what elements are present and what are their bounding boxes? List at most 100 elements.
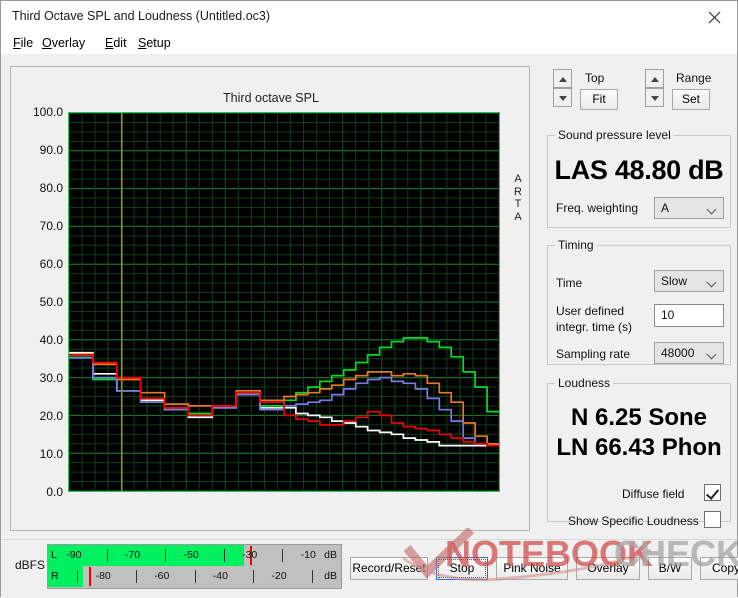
loudness-sone-value: N 6.25 Sone <box>570 404 708 431</box>
timing-legend: Timing <box>558 238 594 252</box>
triangle-up-icon <box>651 77 659 82</box>
top-scale-control: Top Fit <box>553 69 633 110</box>
set-button[interactable]: Set <box>672 89 710 110</box>
time-value: Slow <box>661 274 688 288</box>
meter-tick-label: -30 <box>242 549 258 561</box>
y-tick-label: 10.0 <box>39 447 63 461</box>
integration-time-label-line1: User defined <box>556 304 625 318</box>
menu-setup[interactable]: Setup <box>135 35 174 51</box>
y-tick-label: 100.0 <box>32 105 63 119</box>
meter-tick <box>106 549 108 562</box>
dbfs-label: dBFS <box>15 558 46 572</box>
meter-tick-label: -20 <box>271 570 287 582</box>
triangle-up-icon <box>559 77 567 82</box>
overlay-button[interactable]: Overlay <box>576 557 640 580</box>
bottom-bar: dBFS L -90 -70 -50 -30 -10 dB R -80 -60 -40 -20… <box>1 539 738 598</box>
meter-tick-label: -70 <box>124 549 141 561</box>
y-tick-label: 20.0 <box>39 409 63 423</box>
graph-panel: Third octave SPL dB ARTA 0.0 10.0 20.0 30.0… <box>10 66 530 592</box>
y-tick-label: 80.0 <box>39 181 63 195</box>
meter-tick <box>282 549 284 562</box>
spl-value: LAS 48.80 dB <box>554 155 724 185</box>
record-reset-button[interactable]: Record/Reset <box>350 557 428 580</box>
stop-button[interactable]: Stop <box>436 557 488 580</box>
meter-tick <box>311 570 313 583</box>
chevron-down-icon <box>708 279 716 287</box>
show-specific-loudness-checkbox[interactable] <box>704 511 721 528</box>
loudness-group: Loudness N 6.25 Sone LN 66.43 Phon Diffu… <box>547 376 731 528</box>
top-spinner-down[interactable] <box>553 88 572 107</box>
meter-tick <box>165 549 167 562</box>
y-tick-label: 60.0 <box>39 257 63 271</box>
arta-third-octave-window: Third Octave SPL and Loudness (Untitled.… <box>0 0 738 598</box>
menu-file[interactable]: File <box>10 35 36 51</box>
meter-channel-left: L <box>51 549 57 561</box>
show-specific-loudness-label: Show Specific Loudness <box>568 514 699 528</box>
meter-tick-label: -10 <box>300 549 316 561</box>
meter-peak-right <box>89 567 92 586</box>
pink-noise-button[interactable]: Pink Noise <box>496 557 568 580</box>
integration-time-value: 10 <box>661 308 675 322</box>
meter-row-left: L -90 -70 -50 -30 -10 dB <box>48 545 341 566</box>
menu-overlay[interactable]: Overlay <box>39 35 88 51</box>
chevron-down-icon <box>708 351 716 359</box>
meter-tick <box>253 570 255 583</box>
title-bar: Third Octave SPL and Loudness (Untitled.… <box>1 1 737 32</box>
spl-plot-svg <box>69 113 499 491</box>
meter-tick-label: -90 <box>66 549 82 561</box>
diffuse-field-checkbox[interactable] <box>704 484 721 501</box>
close-button[interactable] <box>692 1 737 31</box>
meter-unit-right: dB <box>324 570 337 582</box>
chart-title: Third octave SPL <box>223 91 319 105</box>
sampling-rate-label: Sampling rate <box>556 347 631 361</box>
triangle-down-icon <box>559 96 567 101</box>
y-tick-label: 30.0 <box>39 371 63 385</box>
time-label: Time <box>556 276 583 290</box>
spl-plot-area[interactable] <box>68 112 500 492</box>
menu-bar: File Overlay Edit Setup <box>1 32 737 54</box>
menu-edit[interactable]: Edit <box>102 35 130 51</box>
range-spinner-down[interactable] <box>645 88 664 107</box>
sampling-rate-value: 48000 <box>661 346 695 360</box>
sound-pressure-level-group: Sound pressure level LAS 48.80 dB Freq. … <box>547 128 731 228</box>
client-area: Third octave SPL dB ARTA 0.0 10.0 20.0 30.0… <box>1 54 738 598</box>
range-spinner-up[interactable] <box>645 69 664 88</box>
timing-group: Timing Time Slow User defined integr. ti… <box>547 238 731 365</box>
spl-legend: Sound pressure level <box>558 128 671 142</box>
y-tick-label: 40.0 <box>39 333 63 347</box>
integration-time-input[interactable]: 10 <box>654 304 724 327</box>
time-select[interactable]: Slow <box>654 270 724 292</box>
bw-button[interactable]: B/W <box>648 557 692 580</box>
meter-tick-label: -50 <box>183 549 199 561</box>
meter-unit-left: dB <box>324 549 337 561</box>
meter-tick <box>135 570 137 583</box>
freq-weighting-select[interactable]: A <box>654 197 724 219</box>
window-title: Third Octave SPL and Loudness (Untitled.… <box>12 9 271 23</box>
top-spinner[interactable] <box>553 69 572 107</box>
chevron-down-icon <box>708 206 716 214</box>
arta-watermark: ARTA <box>514 173 522 223</box>
fit-button[interactable]: Fit <box>580 89 618 110</box>
diffuse-field-label: Diffuse field <box>622 487 685 501</box>
sampling-rate-select[interactable]: 48000 <box>654 342 724 364</box>
meter-tick <box>194 570 196 583</box>
meter-row-right: R -80 -60 -40 -20 dB <box>48 566 341 587</box>
meter-channel-right: R <box>51 570 59 582</box>
y-tick-label: 90.0 <box>39 143 63 157</box>
range-scale-control: Range Set <box>645 69 731 110</box>
meter-tick-label: -80 <box>95 570 111 582</box>
meter-tick-label: -60 <box>154 570 170 582</box>
freq-weighting-label: Freq. weighting <box>556 201 639 215</box>
y-tick-label: 0.0 <box>46 485 63 499</box>
loudness-legend: Loudness <box>558 376 611 390</box>
range-spinner[interactable] <box>645 69 664 107</box>
dbfs-meter[interactable]: L -90 -70 -50 -30 -10 dB R -80 -60 -40 -20 dB <box>47 544 342 589</box>
copy-button[interactable]: Copy <box>700 557 738 580</box>
loudness-phon-value: LN 66.43 Phon <box>556 434 722 461</box>
range-label: Range <box>676 71 712 85</box>
y-tick-label: 50.0 <box>39 295 63 309</box>
meter-tick <box>223 549 225 562</box>
top-spinner-up[interactable] <box>553 69 572 88</box>
meter-tick <box>77 570 79 583</box>
y-tick-label: 70.0 <box>39 219 63 233</box>
